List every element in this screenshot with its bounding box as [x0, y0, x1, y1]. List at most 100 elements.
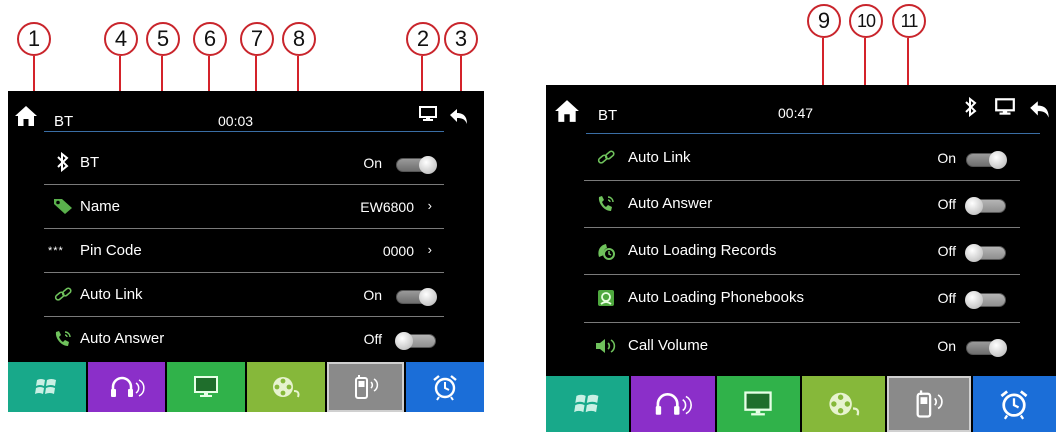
row-pin-code[interactable]: *** Pin Code 0000 › [44, 229, 444, 273]
auto-answer-toggle[interactable] [965, 197, 1006, 215]
home-icon[interactable] [14, 105, 38, 127]
row-label: Auto Loading Phonebooks [628, 289, 804, 306]
dock-app-windows[interactable] [546, 376, 632, 432]
row-label: Auto Loading Records [628, 242, 777, 259]
row-auto-answer[interactable]: Auto Answer Off [44, 317, 444, 361]
row-auto-link[interactable]: Auto Link On [584, 135, 1020, 181]
row-value: On [937, 150, 956, 166]
monitor-icon [744, 391, 773, 416]
callout-6: 6 [193, 22, 227, 56]
row-auto-link[interactable]: Auto Link On [44, 273, 444, 317]
bt-toggle[interactable] [396, 156, 437, 174]
row-value: On [937, 338, 956, 354]
screen-title: BT [598, 107, 618, 124]
tag-icon [54, 199, 72, 214]
back-icon[interactable] [448, 107, 470, 127]
status-separator [44, 131, 444, 132]
phone-bluetooth-icon [916, 390, 943, 418]
call-volume-toggle[interactable] [966, 339, 1007, 357]
row-label: Auto Answer [80, 330, 165, 347]
dock-app-video[interactable] [716, 376, 802, 432]
chevron-right-icon: › [427, 198, 432, 213]
chevron-right-icon: › [427, 242, 432, 257]
row-label: BT [80, 154, 100, 171]
callout-8: 8 [282, 22, 316, 56]
status-separator [586, 133, 1040, 134]
dock-app-dvd[interactable] [801, 376, 888, 432]
clock-time: 00:47 [778, 105, 814, 121]
row-value: EW6800 [360, 199, 414, 215]
row-value: Off [363, 331, 382, 347]
auto-answer-toggle[interactable] [395, 332, 436, 350]
dock-app-dvd[interactable] [247, 362, 327, 412]
callout-9: 9 [807, 4, 841, 38]
dock-app-video[interactable] [167, 362, 248, 412]
row-value: On [363, 287, 382, 303]
link-icon [54, 287, 72, 301]
monitor-icon[interactable] [418, 106, 438, 122]
callout-7: 7 [240, 22, 274, 56]
row-call-volume[interactable]: Call Volume On [584, 323, 1020, 369]
row-bt[interactable]: BT On [44, 141, 444, 185]
dock-app-bluetooth-phone[interactable] [326, 362, 407, 412]
callout-2: 2 [406, 22, 440, 56]
row-value: Off [937, 243, 956, 259]
callout-1: 1 [17, 22, 51, 56]
row-value: On [363, 155, 382, 171]
callout-4: 4 [104, 22, 138, 56]
film-reel-icon [829, 392, 859, 416]
auto-loading-phonebooks-toggle[interactable] [965, 291, 1006, 309]
home-icon[interactable] [554, 99, 580, 123]
film-reel-icon [272, 377, 300, 398]
row-auto-loading-phonebooks[interactable]: Auto Loading Phonebooks Off [584, 275, 1020, 323]
alarm-clock-icon [433, 375, 457, 401]
bluetooth-icon [965, 97, 977, 117]
dock-app-alarm[interactable] [972, 376, 1056, 432]
phone-ringing-icon [598, 196, 614, 211]
dock-app-music[interactable] [87, 362, 168, 412]
row-label: Auto Link [628, 149, 691, 166]
call-records-icon [598, 244, 615, 260]
monitor-icon [194, 376, 219, 397]
auto-link-toggle[interactable] [966, 151, 1007, 169]
right-bt-settings-screen: BT 00:47 Auto Link On Auto Answer Off Au… [546, 85, 1056, 432]
row-label: Auto Answer [628, 195, 713, 212]
phone-ringing-icon [55, 331, 71, 346]
row-auto-loading-records[interactable]: Auto Loading Records Off [584, 228, 1020, 275]
monitor-icon[interactable] [994, 98, 1016, 116]
auto-link-toggle[interactable] [396, 288, 437, 306]
row-auto-answer[interactable]: Auto Answer Off [584, 181, 1020, 228]
clock-time: 00:03 [218, 113, 254, 129]
dock-app-alarm[interactable] [406, 362, 484, 412]
callout-3: 3 [444, 22, 478, 56]
dock-app-bluetooth-phone[interactable] [887, 376, 973, 432]
row-name[interactable]: Name EW6800 › [44, 185, 444, 229]
windows-icon [34, 379, 56, 394]
app-dock [546, 376, 1056, 432]
row-value: Off [937, 290, 956, 306]
row-label: Auto Link [80, 286, 143, 303]
row-label: Call Volume [628, 337, 709, 354]
status-bar: BT 00:47 [546, 85, 1056, 134]
screen-title: BT [54, 113, 74, 130]
headphones-icon [655, 392, 692, 415]
row-label: Name [80, 198, 121, 215]
callout-5: 5 [146, 22, 180, 56]
back-icon[interactable] [1028, 99, 1052, 121]
row-value: Off [937, 196, 956, 212]
speaker-icon [596, 339, 616, 353]
bluetooth-icon [57, 152, 69, 172]
left-bt-settings-screen: BT 00:03 BT On Name EW6800 › *** Pin Cod… [8, 91, 484, 412]
link-icon [597, 150, 615, 164]
callout-11: 11 [892, 4, 926, 38]
windows-icon [573, 394, 599, 413]
row-value: 0000 [382, 243, 414, 259]
dock-app-windows[interactable] [8, 362, 88, 412]
status-bar: BT 00:03 [8, 91, 484, 133]
alarm-clock-icon [1000, 390, 1028, 420]
dock-app-music[interactable] [631, 376, 717, 432]
phonebook-icon [598, 290, 614, 306]
auto-loading-records-toggle[interactable] [965, 244, 1006, 262]
headphones-icon [110, 376, 145, 397]
asterisk-icon: *** [48, 245, 64, 257]
